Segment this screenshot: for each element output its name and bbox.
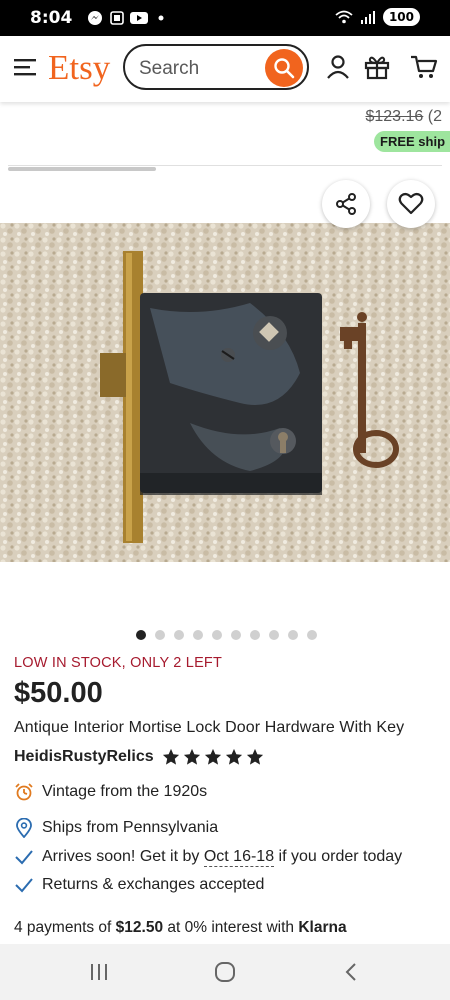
klarna-prefix: 4 payments of bbox=[14, 919, 116, 936]
returns-text: Returns & exchanges accepted bbox=[42, 876, 265, 893]
status-time: 8:04 bbox=[30, 8, 73, 28]
pagination-dot[interactable] bbox=[288, 630, 298, 640]
search-input[interactable]: Search bbox=[139, 58, 199, 80]
search-button[interactable] bbox=[265, 49, 303, 87]
star-icon bbox=[225, 748, 242, 765]
free-shipping-badge: FREE ship bbox=[374, 131, 450, 152]
star-icon bbox=[183, 748, 200, 765]
recent-apps-button[interactable] bbox=[86, 960, 112, 984]
ships-from-row: Ships from Pennsylvania bbox=[14, 818, 218, 838]
pagination-dot[interactable] bbox=[307, 630, 317, 640]
share-icon bbox=[336, 193, 356, 215]
star-icon bbox=[246, 748, 263, 765]
arrival-suffix: if you order today bbox=[274, 848, 403, 865]
klarna-payment-info[interactable]: 4 payments of $12.50 at 0% interest with… bbox=[14, 919, 347, 937]
arrival-prefix: Arrives soon! Get it by bbox=[42, 848, 204, 865]
etsy-logo[interactable]: Etsy bbox=[48, 48, 110, 88]
image-pagination-dots[interactable] bbox=[136, 630, 317, 640]
star-icon bbox=[204, 748, 221, 765]
dot-icon bbox=[152, 9, 170, 27]
heart-icon bbox=[398, 192, 424, 215]
shop-name-link[interactable]: HeidisRustyRelics bbox=[14, 748, 154, 766]
pagination-dot[interactable] bbox=[231, 630, 241, 640]
home-icon bbox=[215, 962, 235, 982]
wifi-icon bbox=[335, 8, 353, 26]
gift-icon[interactable] bbox=[364, 54, 390, 80]
menu-icon[interactable] bbox=[14, 57, 36, 77]
app-header: Etsy Search bbox=[0, 36, 450, 102]
pagination-dot[interactable] bbox=[193, 630, 203, 640]
klarna-amount: $12.50 bbox=[115, 919, 164, 936]
screenshot-icon bbox=[108, 9, 126, 27]
vintage-text: Vintage from the 1920s bbox=[42, 783, 208, 800]
arrival-dates-link[interactable]: Oct 16-18 bbox=[203, 848, 275, 867]
notification-icons bbox=[86, 9, 170, 27]
search-icon bbox=[274, 58, 295, 79]
youtube-icon bbox=[130, 9, 148, 27]
vintage-row: Vintage from the 1920s bbox=[14, 782, 207, 802]
stock-notice: LOW IN STOCK, ONLY 2 LEFT bbox=[14, 655, 223, 671]
carousel-scrollbar[interactable] bbox=[8, 167, 156, 171]
pagination-dot[interactable] bbox=[155, 630, 165, 640]
favorite-button[interactable] bbox=[387, 180, 435, 228]
search-bar[interactable]: Search bbox=[123, 44, 309, 90]
recommendation-strip: $123.16 (2 FREE ship bbox=[0, 102, 450, 162]
share-button[interactable] bbox=[322, 180, 370, 228]
listing-price: $50.00 bbox=[14, 677, 103, 709]
klarna-middle: at 0% interest with bbox=[163, 919, 299, 936]
signal-icon bbox=[359, 8, 377, 26]
location-pin-icon bbox=[14, 818, 34, 838]
messenger-icon bbox=[86, 9, 104, 27]
divider bbox=[8, 165, 442, 166]
shop-row[interactable]: HeidisRustyRelics bbox=[14, 748, 264, 766]
star-icon bbox=[162, 748, 179, 765]
back-icon bbox=[345, 963, 356, 981]
listing-title: Antique Interior Mortise Lock Door Hardw… bbox=[14, 719, 405, 736]
rating-stars[interactable] bbox=[162, 748, 264, 766]
ships-from-text: Ships from Pennsylvania bbox=[42, 819, 219, 836]
klarna-logo: Klarna bbox=[298, 919, 347, 936]
returns-row: Returns & exchanges accepted bbox=[14, 875, 264, 895]
original-price: $123.16 (2 bbox=[365, 108, 442, 125]
pagination-dot[interactable] bbox=[269, 630, 279, 640]
product-image[interactable] bbox=[0, 223, 450, 562]
pagination-dot[interactable] bbox=[250, 630, 260, 640]
system-navigation-bar bbox=[0, 944, 450, 1000]
account-icon[interactable] bbox=[325, 54, 351, 80]
system-icons: 100 bbox=[335, 8, 420, 26]
checkmark-icon bbox=[14, 875, 34, 895]
status-bar: 8:04 100 bbox=[0, 0, 450, 36]
checkmark-icon bbox=[14, 847, 34, 867]
pagination-dot[interactable] bbox=[136, 630, 146, 640]
pagination-dot[interactable] bbox=[212, 630, 222, 640]
pagination-dot[interactable] bbox=[174, 630, 184, 640]
cart-icon[interactable] bbox=[410, 54, 438, 80]
recent-apps-icon bbox=[91, 964, 107, 980]
home-button[interactable] bbox=[212, 960, 238, 984]
back-button[interactable] bbox=[338, 960, 364, 984]
alarm-clock-icon bbox=[14, 782, 34, 802]
battery-indicator: 100 bbox=[382, 8, 420, 26]
arrival-row: Arrives soon! Get it by Oct 16-18 if you… bbox=[14, 847, 402, 867]
